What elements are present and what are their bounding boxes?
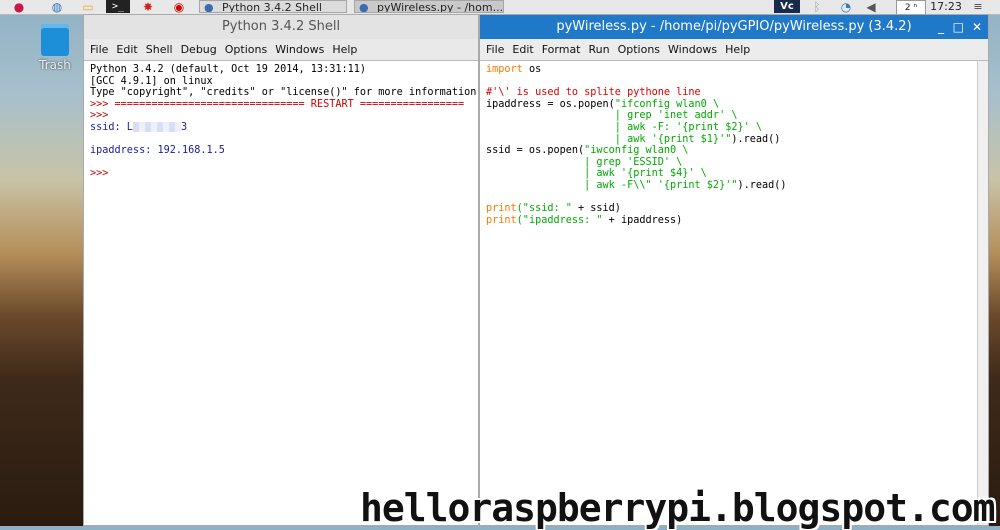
ssid-prefix: ssid: L: [90, 121, 133, 133]
shell-line: Type "copyright", "credits" or "license(…: [90, 87, 477, 99]
redacted-ssid: [132, 121, 181, 132]
vnc-icon[interactable]: Vc: [774, 0, 800, 13]
shell-restart-line: >>> =============================== REST…: [90, 98, 465, 110]
shell-menu-debug[interactable]: Debug: [181, 43, 217, 56]
task-label: Python 3.4.2 Shell: [222, 1, 322, 13]
editor-window: pyWireless.py - /home/pi/pyGPIO/pyWirele…: [479, 14, 989, 526]
shell-menubar: File Edit Shell Debug Options Windows He…: [84, 39, 478, 61]
file-manager-icon[interactable]: ▭: [78, 0, 98, 14]
shell-line: Python 3.4.2 (default, Oct 19 2014, 13:3…: [90, 64, 367, 75]
close-icon[interactable]: ✕: [972, 15, 982, 39]
editor-menu-file[interactable]: File: [486, 43, 504, 56]
code-line: | grep 'inet addr' \: [486, 110, 738, 122]
menu-icon[interactable]: ≡: [970, 0, 986, 13]
editor-menu-windows[interactable]: Windows: [668, 43, 717, 56]
editor-menu-options[interactable]: Options: [618, 43, 660, 56]
taskbar: ● ◍ ▭ >_ ✸ ◉ ● Python 3.4.2 Shell ● pyWi…: [0, 0, 1000, 15]
shell-title: Python 3.4.2 Shell: [84, 15, 478, 39]
editor-title-text: pyWireless.py - /home/pi/pyGPIO/pyWirele…: [556, 19, 912, 34]
shell-menu-file[interactable]: File: [90, 43, 108, 56]
editor-code[interactable]: import os #'\' is used to splite pythone…: [480, 61, 988, 229]
editor-menu-help[interactable]: Help: [725, 43, 750, 56]
ssid-suffix: 3: [180, 121, 188, 133]
maximize-icon[interactable]: □: [953, 15, 964, 39]
code-line: | awk '{print $1}'").read(): [486, 133, 781, 145]
shell-menu-options[interactable]: Options: [225, 43, 267, 56]
task-python-shell[interactable]: ● Python 3.4.2 Shell: [199, 0, 347, 13]
task-label: pyWireless.py - /hom...: [377, 1, 504, 13]
shell-menu-shell[interactable]: Shell: [146, 43, 173, 56]
mathematica-icon[interactable]: ✸: [138, 0, 158, 14]
code-line: | grep 'ESSID' \: [486, 156, 683, 168]
clock: 17:23: [930, 0, 962, 13]
code-line: ipaddress = os.popen("ifconfig wlan0 \: [486, 98, 720, 110]
python-shell-window: Python 3.4.2 Shell File Edit Shell Debug…: [83, 14, 479, 526]
editor-menu-edit[interactable]: Edit: [512, 43, 533, 56]
shell-prompt: >>>: [90, 168, 109, 180]
wolfram-icon[interactable]: ◉: [168, 0, 190, 14]
shell-menu-windows[interactable]: Windows: [275, 43, 324, 56]
code-line: print("ssid: " + ssid): [486, 203, 621, 215]
code-line: ssid = os.popen("iwconfig wlan0 \: [486, 145, 689, 157]
editor-scrollbar[interactable]: [977, 61, 988, 525]
code-comment: #'\' is used to splite pythone line: [486, 87, 701, 99]
blog-watermark: helloraspberrypi.blogspot.com: [360, 486, 995, 530]
shell-ip-output: ipaddress: 192.168.1.5: [90, 145, 225, 157]
editor-menu-format[interactable]: Format: [542, 43, 581, 56]
code-line: | awk '{print $4}' \: [486, 168, 707, 180]
shell-ssid-output: ssid: L 3: [90, 121, 472, 134]
raspberry-menu-icon[interactable]: ●: [10, 0, 28, 14]
trash-desktop-item[interactable]: Trash: [35, 24, 75, 72]
trash-icon: [41, 24, 69, 56]
task-pywireless-editor[interactable]: ● pyWireless.py - /hom...: [354, 0, 504, 13]
shell-prompt: >>>: [90, 110, 109, 122]
editor-title: pyWireless.py - /home/pi/pyGPIO/pyWirele…: [480, 15, 988, 39]
shell-menu-help[interactable]: Help: [332, 43, 357, 56]
terminal-icon[interactable]: >_: [106, 0, 130, 13]
wifi-icon[interactable]: ◔: [838, 0, 854, 14]
editor-menubar: File Edit Format Run Options Windows Hel…: [480, 39, 988, 61]
python-icon: ●: [204, 1, 214, 13]
editor-menu-run[interactable]: Run: [589, 43, 610, 56]
code-line: | awk -F: '{print $2}' \: [486, 121, 763, 133]
python-icon: ●: [359, 1, 369, 13]
trash-label: Trash: [39, 58, 71, 72]
code-line: | awk -F\\" '{print $2}'").read(): [486, 179, 787, 191]
volume-icon[interactable]: ◀: [862, 0, 880, 14]
shell-line: [GCC 4.9.1] on linux: [90, 75, 213, 87]
code-line: import os: [486, 64, 542, 75]
shell-menu-edit[interactable]: Edit: [116, 43, 137, 56]
shell-output[interactable]: Python 3.4.2 (default, Oct 19 2014, 13:3…: [84, 61, 478, 183]
bluetooth-icon[interactable]: ᛒ: [810, 0, 824, 14]
code-line: print("ipaddress: " + ipaddress): [486, 214, 683, 226]
web-browser-icon[interactable]: ◍: [46, 0, 68, 14]
keyboard-layout[interactable]: 2 ⁿ: [896, 0, 926, 15]
minimize-icon[interactable]: _: [938, 15, 944, 39]
